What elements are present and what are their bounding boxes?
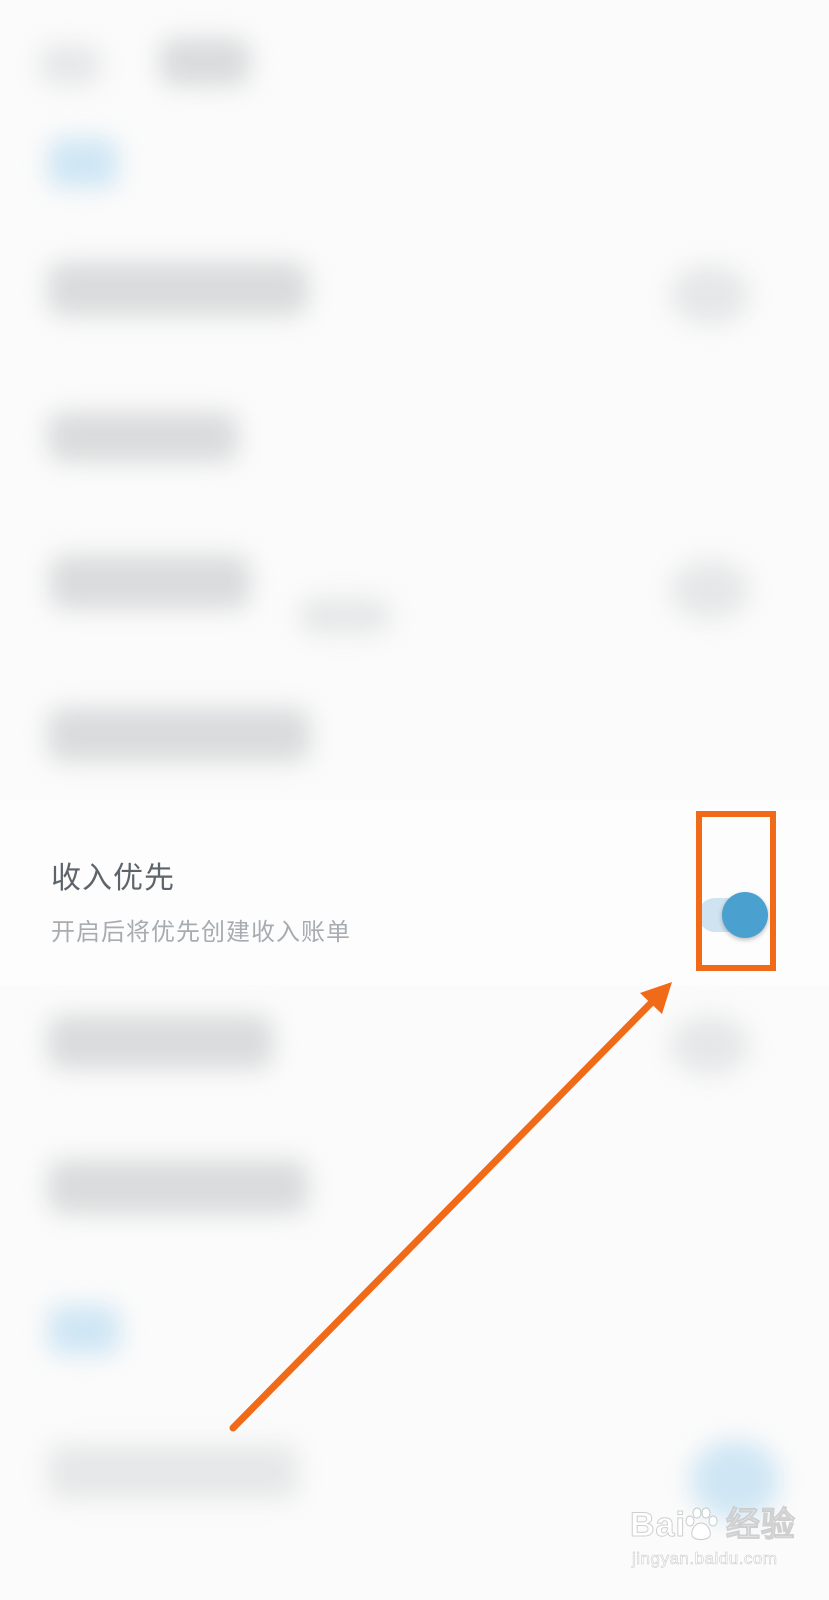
- paw-icon: [685, 1507, 718, 1540]
- watermark-logo-right: 经验: [725, 1506, 796, 1545]
- watermark-logo-left: Bai: [630, 1506, 686, 1545]
- settings-screen: 收入优先 开启后将优先创建收入账单 Bai 经验 jingyan.baidu.c…: [0, 0, 829, 1600]
- pointer-arrow: [229, 982, 672, 1432]
- baidu-jingyan-watermark: Bai 经验 jingyan.baidu.com: [630, 1505, 820, 1585]
- watermark-url: jingyan.baidu.com: [632, 1549, 778, 1569]
